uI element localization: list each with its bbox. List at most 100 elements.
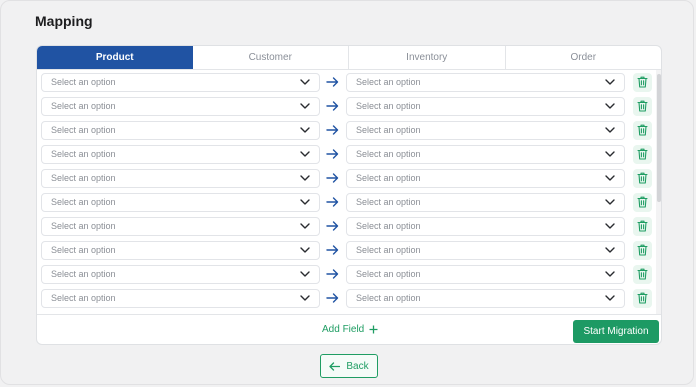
target-field-select[interactable]: Select an option <box>346 169 625 188</box>
chevron-down-icon <box>605 271 615 277</box>
source-field-select[interactable]: Select an option <box>41 265 320 284</box>
chevron-down-icon <box>605 247 615 253</box>
trash-icon <box>637 220 648 232</box>
card-footer: Add Field Start Migration <box>37 314 661 344</box>
entity-tabs: Product Customer Inventory Order <box>37 46 661 70</box>
source-field-select[interactable]: Select an option <box>41 169 320 188</box>
app-frame: Mapping Product Customer Inventory Order… <box>0 0 694 385</box>
delete-row-button[interactable] <box>633 73 652 92</box>
arrow-left-icon <box>329 361 341 371</box>
target-field-select[interactable]: Select an option <box>346 289 625 308</box>
target-field-select[interactable]: Select an option <box>346 97 625 116</box>
source-field-placeholder: Select an option <box>51 77 116 87</box>
tab-customer[interactable]: Customer <box>193 46 349 69</box>
trash-icon <box>637 76 648 88</box>
source-field-placeholder: Select an option <box>51 197 116 207</box>
add-field-label: Add Field <box>322 324 365 335</box>
delete-row-button[interactable] <box>633 193 652 212</box>
chevron-down-icon <box>300 295 310 301</box>
start-migration-button[interactable]: Start Migration <box>573 320 659 343</box>
trash-icon <box>637 268 648 280</box>
source-field-select[interactable]: Select an option <box>41 193 320 212</box>
source-field-placeholder: Select an option <box>51 245 116 255</box>
tab-product[interactable]: Product <box>37 46 193 69</box>
target-field-placeholder: Select an option <box>356 77 421 87</box>
tab-order[interactable]: Order <box>506 46 662 69</box>
trash-icon <box>637 124 648 136</box>
arrow-right-icon <box>326 149 339 159</box>
page-title: Mapping <box>35 13 93 29</box>
mapping-row: Select an option Select an option <box>37 262 661 286</box>
arrow-right-icon <box>326 125 339 135</box>
source-field-placeholder: Select an option <box>51 149 116 159</box>
mapping-row: Select an option Select an option <box>37 94 661 118</box>
chevron-down-icon <box>605 127 615 133</box>
target-field-select[interactable]: Select an option <box>346 241 625 260</box>
target-field-placeholder: Select an option <box>356 173 421 183</box>
source-field-select[interactable]: Select an option <box>41 73 320 92</box>
delete-row-button[interactable] <box>633 121 652 140</box>
target-field-placeholder: Select an option <box>356 101 421 111</box>
delete-row-button[interactable] <box>633 145 652 164</box>
add-field-button[interactable]: Add Field <box>322 324 378 335</box>
delete-row-button[interactable] <box>633 265 652 284</box>
delete-row-button[interactable] <box>633 241 652 260</box>
target-field-select[interactable]: Select an option <box>346 217 625 236</box>
target-field-placeholder: Select an option <box>356 293 421 303</box>
chevron-down-icon <box>300 103 310 109</box>
target-field-select[interactable]: Select an option <box>346 193 625 212</box>
mapping-row: Select an option Select an option <box>37 286 661 310</box>
source-field-select[interactable]: Select an option <box>41 97 320 116</box>
target-field-placeholder: Select an option <box>356 197 421 207</box>
rows-scrollbar[interactable] <box>656 70 661 314</box>
delete-row-button[interactable] <box>633 169 652 188</box>
chevron-down-icon <box>300 79 310 85</box>
target-field-placeholder: Select an option <box>356 149 421 159</box>
trash-icon <box>637 244 648 256</box>
chevron-down-icon <box>300 247 310 253</box>
delete-row-button[interactable] <box>633 289 652 308</box>
back-label: Back <box>346 360 369 372</box>
mapping-row: Select an option Select an option <box>37 142 661 166</box>
source-field-select[interactable]: Select an option <box>41 241 320 260</box>
target-field-select[interactable]: Select an option <box>346 145 625 164</box>
source-field-placeholder: Select an option <box>51 221 116 231</box>
arrow-right-icon <box>326 269 339 279</box>
plus-icon <box>369 325 378 334</box>
chevron-down-icon <box>605 295 615 301</box>
scrollbar-thumb[interactable] <box>657 74 661 202</box>
source-field-placeholder: Select an option <box>51 173 116 183</box>
back-button[interactable]: Back <box>320 354 378 378</box>
source-field-select[interactable]: Select an option <box>41 145 320 164</box>
target-field-select[interactable]: Select an option <box>346 121 625 140</box>
target-field-placeholder: Select an option <box>356 245 421 255</box>
arrow-right-icon <box>326 173 339 183</box>
arrow-right-icon <box>326 77 339 87</box>
target-field-select[interactable]: Select an option <box>346 265 625 284</box>
chevron-down-icon <box>605 103 615 109</box>
arrow-right-icon <box>326 101 339 111</box>
trash-icon <box>637 148 648 160</box>
chevron-down-icon <box>605 151 615 157</box>
arrow-right-icon <box>326 245 339 255</box>
target-field-placeholder: Select an option <box>356 269 421 279</box>
tab-inventory[interactable]: Inventory <box>349 46 506 69</box>
source-field-placeholder: Select an option <box>51 125 116 135</box>
chevron-down-icon <box>605 79 615 85</box>
source-field-select[interactable]: Select an option <box>41 289 320 308</box>
source-field-select[interactable]: Select an option <box>41 217 320 236</box>
source-field-placeholder: Select an option <box>51 269 116 279</box>
trash-icon <box>637 100 648 112</box>
chevron-down-icon <box>300 175 310 181</box>
chevron-down-icon <box>605 175 615 181</box>
source-field-placeholder: Select an option <box>51 101 116 111</box>
chevron-down-icon <box>300 271 310 277</box>
arrow-right-icon <box>326 197 339 207</box>
chevron-down-icon <box>300 199 310 205</box>
target-field-placeholder: Select an option <box>356 221 421 231</box>
delete-row-button[interactable] <box>633 217 652 236</box>
chevron-down-icon <box>605 199 615 205</box>
source-field-select[interactable]: Select an option <box>41 121 320 140</box>
delete-row-button[interactable] <box>633 97 652 116</box>
target-field-select[interactable]: Select an option <box>346 73 625 92</box>
